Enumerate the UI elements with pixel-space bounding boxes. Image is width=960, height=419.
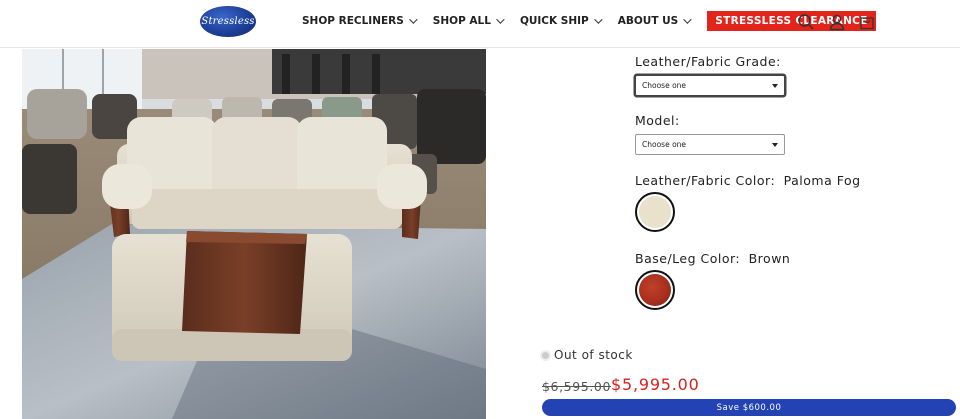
chevron-down-icon (496, 15, 505, 24)
nav-shop-recliners[interactable]: SHOP RECLINERS (302, 15, 418, 27)
dropdown-arrow-icon (772, 143, 778, 147)
cart-icon[interactable] (858, 13, 876, 31)
status-dot-icon (542, 351, 549, 359)
stock-status: Out of stock (542, 348, 633, 362)
nav-quick-ship[interactable]: QUICK SHIP (519, 15, 603, 27)
search-icon[interactable] (797, 13, 815, 31)
nav-shop-all[interactable]: SHOP ALL (432, 15, 505, 27)
nav-label: QUICK SHIP (519, 15, 589, 27)
color-swatch-paloma-fog[interactable] (635, 192, 675, 232)
grade-select[interactable]: Choose one (635, 75, 785, 96)
account-icon[interactable] (828, 13, 846, 31)
base-swatch-brown[interactable] (635, 270, 675, 310)
site-header: Stressless SHOP RECLINERS SHOP ALL QUICK… (0, 0, 960, 48)
model-select-value: Choose one (642, 140, 687, 149)
nav-label: SHOP RECLINERS (302, 15, 404, 27)
swatch-fill (639, 274, 671, 306)
grade-label: Leather/Fabric Grade: (635, 54, 781, 69)
stock-text: Out of stock (554, 348, 633, 362)
base-value: Brown (748, 251, 791, 266)
nav-label: SHOP ALL (432, 15, 491, 27)
product-image[interactable] (22, 49, 486, 419)
savings-badge: Save $600.00 (542, 399, 956, 416)
base-label-row: Base/Leg Color: Brown (635, 251, 790, 266)
regular-price: $6,595.00 (542, 379, 612, 394)
nav-label: ABOUT US (617, 15, 679, 27)
clearance-button[interactable]: STRESSLESS CLEARANCE (707, 11, 876, 31)
sale-price: $5,995.00 (611, 375, 700, 394)
dropdown-arrow-icon (772, 84, 778, 88)
chevron-down-icon (408, 15, 418, 24)
stressless-logo[interactable]: Stressless (200, 6, 256, 37)
model-select[interactable]: Choose one (635, 134, 785, 155)
nav-about-us[interactable]: ABOUT US (617, 15, 692, 27)
model-label: Model: (635, 113, 680, 128)
logo-text: Stressless (201, 16, 255, 27)
grade-select-value: Choose one (642, 81, 687, 90)
main-nav: SHOP RECLINERS SHOP ALL QUICK SHIP ABOUT… (302, 0, 876, 42)
swatch-fill (639, 196, 671, 228)
color-label: Leather/Fabric Color: (635, 173, 776, 188)
base-label: Base/Leg Color: (635, 251, 741, 266)
color-label-row: Leather/Fabric Color: Paloma Fog (635, 173, 861, 188)
color-value: Paloma Fog (783, 173, 861, 188)
chevron-down-icon (593, 15, 603, 24)
chevron-down-icon (683, 15, 692, 24)
